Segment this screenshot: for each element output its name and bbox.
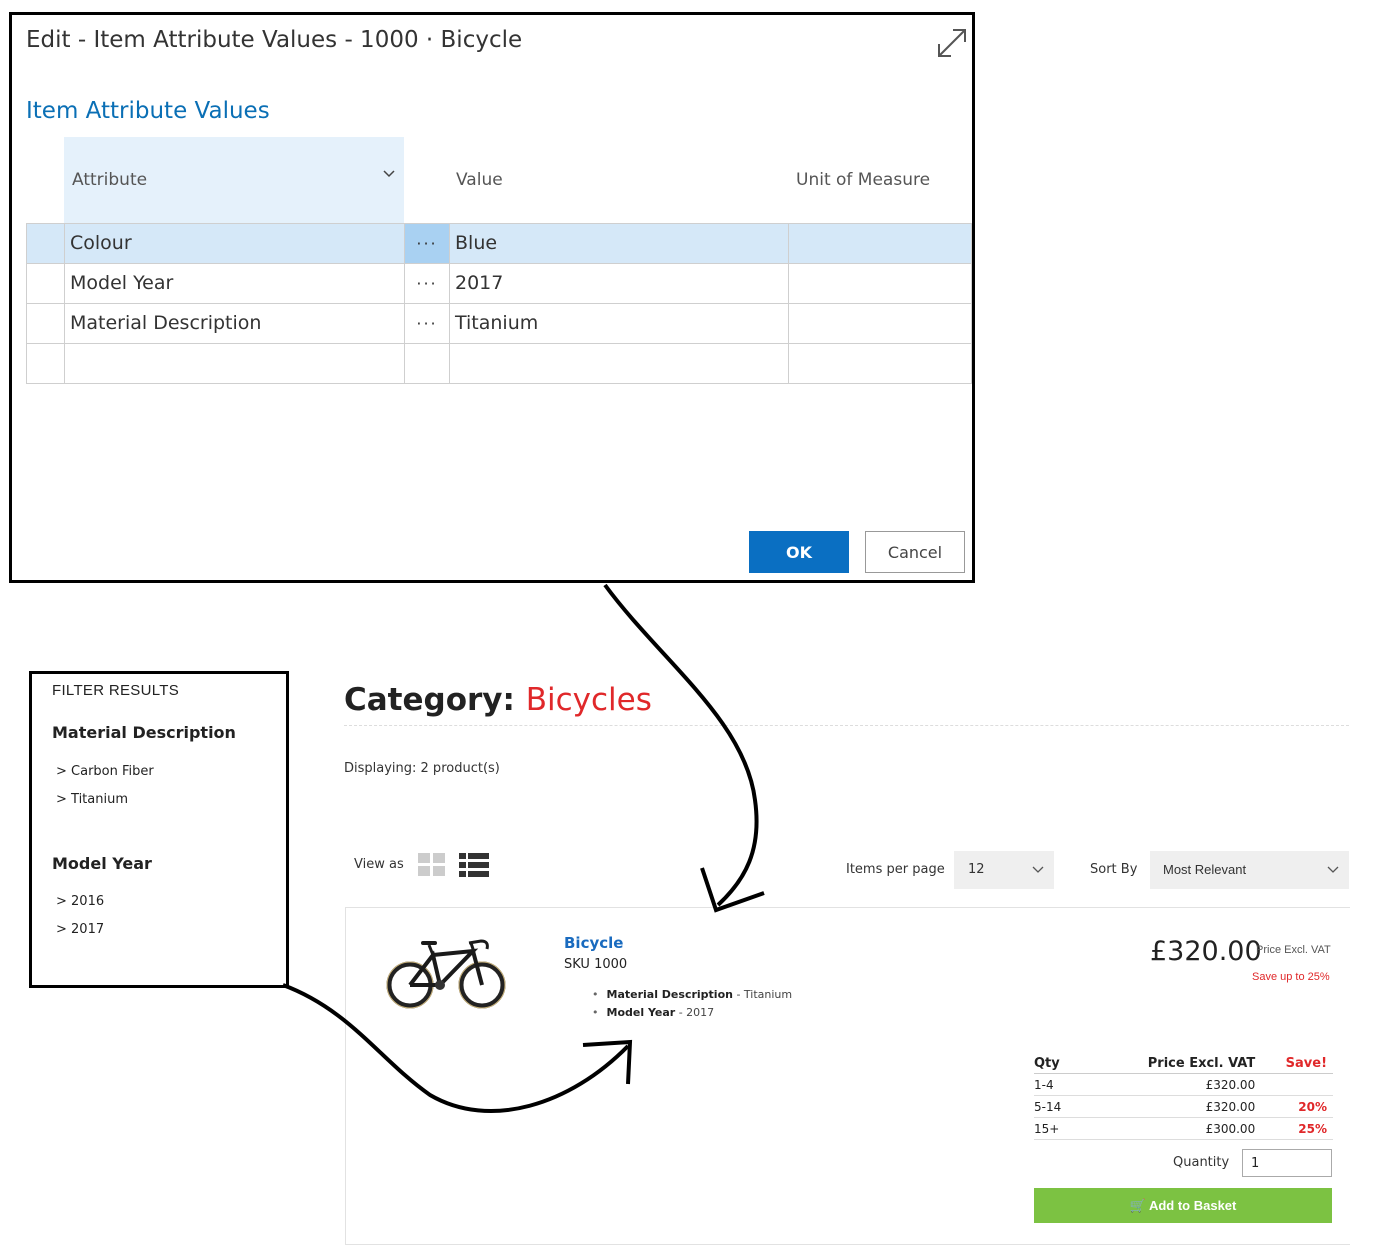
add-to-basket-label: Add to Basket <box>1148 1197 1237 1213</box>
table-row: 5-14 £320.00 20% <box>1034 1095 1333 1118</box>
unit-cell[interactable] <box>789 264 972 303</box>
row-selector[interactable] <box>27 304 65 343</box>
list-view-icon[interactable] <box>459 853 489 877</box>
chevron-down-icon[interactable] <box>382 167 396 181</box>
attribute-cell[interactable]: Model Year <box>65 264 405 303</box>
category-name: Bicycles <box>525 682 652 718</box>
chevron-down-icon <box>1032 866 1044 873</box>
value-cell[interactable]: Titanium <box>450 304 789 343</box>
table-row[interactable]: Model Year ··· 2017 <box>26 264 972 304</box>
table-row[interactable]: Colour ··· Blue <box>26 224 972 264</box>
arrowhead <box>700 867 765 913</box>
filter-item-2017[interactable]: > 2017 <box>56 922 104 937</box>
list-item: Model Year - 2017 <box>592 1006 792 1024</box>
edit-dialog: Edit - Item Attribute Values - 1000 · Bi… <box>9 12 975 583</box>
unit-cell[interactable] <box>789 304 972 343</box>
header-qty: Qty <box>1034 1054 1079 1074</box>
attribute-value: - 2017 <box>675 1006 715 1019</box>
quantity-input[interactable] <box>1242 1149 1332 1177</box>
row-selector[interactable] <box>27 224 65 263</box>
price-cell: £320.00 <box>1078 1095 1256 1118</box>
filter-panel: FILTER RESULTS Material Description > Ca… <box>29 671 289 988</box>
attribute-cell[interactable]: Colour <box>65 224 405 263</box>
product-price: £320.00 <box>1150 936 1262 967</box>
table-header-row: Qty Price Excl. VAT Save! <box>1034 1054 1333 1074</box>
save-cell <box>1255 1073 1333 1096</box>
assist-edit-button[interactable] <box>405 344 450 383</box>
add-to-basket-button[interactable]: 🛒 Add to Basket <box>1034 1188 1332 1223</box>
dialog-heading: Item Attribute Values <box>26 98 270 124</box>
list-item: Material Description - Titanium <box>592 988 793 1006</box>
column-header-value[interactable]: Value <box>456 137 503 223</box>
attribute-name: Model Year <box>606 1006 676 1019</box>
table-row: 1-4 £320.00 <box>1034 1073 1333 1096</box>
filter-item-titanium[interactable]: > Titanium <box>56 792 128 807</box>
save-cell: 20% <box>1255 1095 1333 1118</box>
category-prefix: Category: <box>344 682 515 718</box>
items-per-page-select[interactable]: 12 <box>954 851 1054 889</box>
price-cell: £300.00 <box>1078 1117 1256 1140</box>
filter-title: FILTER RESULTS <box>52 682 179 699</box>
column-header-unit[interactable]: Unit of Measure <box>796 137 930 223</box>
cart-icon: 🛒 <box>1129 1197 1146 1213</box>
header-price: Price Excl. VAT <box>1078 1054 1256 1074</box>
attribute-cell[interactable]: Material Description <box>65 304 405 343</box>
filter-section-model-year: Model Year <box>52 854 152 873</box>
attribute-value: - Titanium <box>732 988 793 1001</box>
product-sku: SKU 1000 <box>564 957 628 972</box>
unit-cell[interactable] <box>789 224 972 263</box>
dialog-title: Edit - Item Attribute Values - 1000 · Bi… <box>26 27 523 53</box>
arrow-dialog-to-product <box>603 583 759 907</box>
filter-item-carbon-fiber[interactable]: > Carbon Fiber <box>56 764 154 779</box>
assist-edit-button[interactable]: ··· <box>405 224 450 263</box>
assist-edit-button[interactable]: ··· <box>405 264 450 303</box>
filter-section-material: Material Description <box>52 723 236 742</box>
divider <box>344 725 1349 726</box>
bicycle-image[interactable] <box>385 933 509 1015</box>
expand-icon[interactable] <box>934 25 970 61</box>
attribute-cell[interactable] <box>65 344 405 383</box>
ok-button[interactable]: OK <box>749 531 849 573</box>
assist-edit-button[interactable]: ··· <box>405 304 450 343</box>
view-as-label: View as <box>354 857 404 872</box>
sort-by-label: Sort By <box>1090 862 1138 877</box>
table-row: 15+ £300.00 25% <box>1034 1117 1333 1140</box>
page-title: Category: Bicycles <box>344 682 652 718</box>
quantity-price-table: Qty Price Excl. VAT Save! 1-4 £320.00 5-… <box>1034 1054 1333 1140</box>
sort-by-select[interactable]: Most Relevant <box>1150 851 1349 889</box>
table-row[interactable]: Material Description ··· Titanium <box>26 304 972 344</box>
value-cell[interactable]: 2017 <box>450 264 789 303</box>
column-header-attribute-label: Attribute <box>72 170 148 190</box>
product-name-link[interactable]: Bicycle <box>564 934 623 952</box>
attribute-name: Material Description <box>606 988 733 1001</box>
row-selector[interactable] <box>27 264 65 303</box>
price-cell: £320.00 <box>1078 1073 1256 1096</box>
unit-cell[interactable] <box>789 344 972 383</box>
product-attributes: Material Description - Titanium Model Ye… <box>592 988 793 1024</box>
value-cell[interactable] <box>450 344 789 383</box>
row-selector[interactable] <box>27 344 65 383</box>
save-note: Save up to 25% <box>1252 971 1330 983</box>
items-per-page-value: 12 <box>968 862 985 877</box>
chevron-down-icon <box>1327 866 1339 873</box>
grid-view-icon[interactable] <box>418 853 446 877</box>
items-per-page-label: Items per page <box>846 862 945 877</box>
filter-item-2016[interactable]: > 2016 <box>56 894 104 909</box>
save-cell: 25% <box>1255 1117 1333 1140</box>
grid-rows: Colour ··· Blue Model Year ··· 2017 Mate… <box>26 223 972 384</box>
header-save: Save! <box>1255 1054 1333 1074</box>
sort-by-value: Most Relevant <box>1163 862 1247 877</box>
qty-cell: 15+ <box>1034 1117 1079 1140</box>
column-header-attribute[interactable]: Attribute <box>64 137 404 223</box>
price-note: Price Excl. VAT <box>1256 944 1331 956</box>
quantity-label: Quantity <box>1173 1155 1230 1170</box>
table-row-empty[interactable] <box>26 344 972 384</box>
results-count: Displaying: 2 product(s) <box>344 761 500 776</box>
qty-cell: 5-14 <box>1034 1095 1079 1118</box>
value-cell[interactable]: Blue <box>450 224 789 263</box>
qty-cell: 1-4 <box>1034 1073 1079 1096</box>
cancel-button[interactable]: Cancel <box>865 531 965 573</box>
